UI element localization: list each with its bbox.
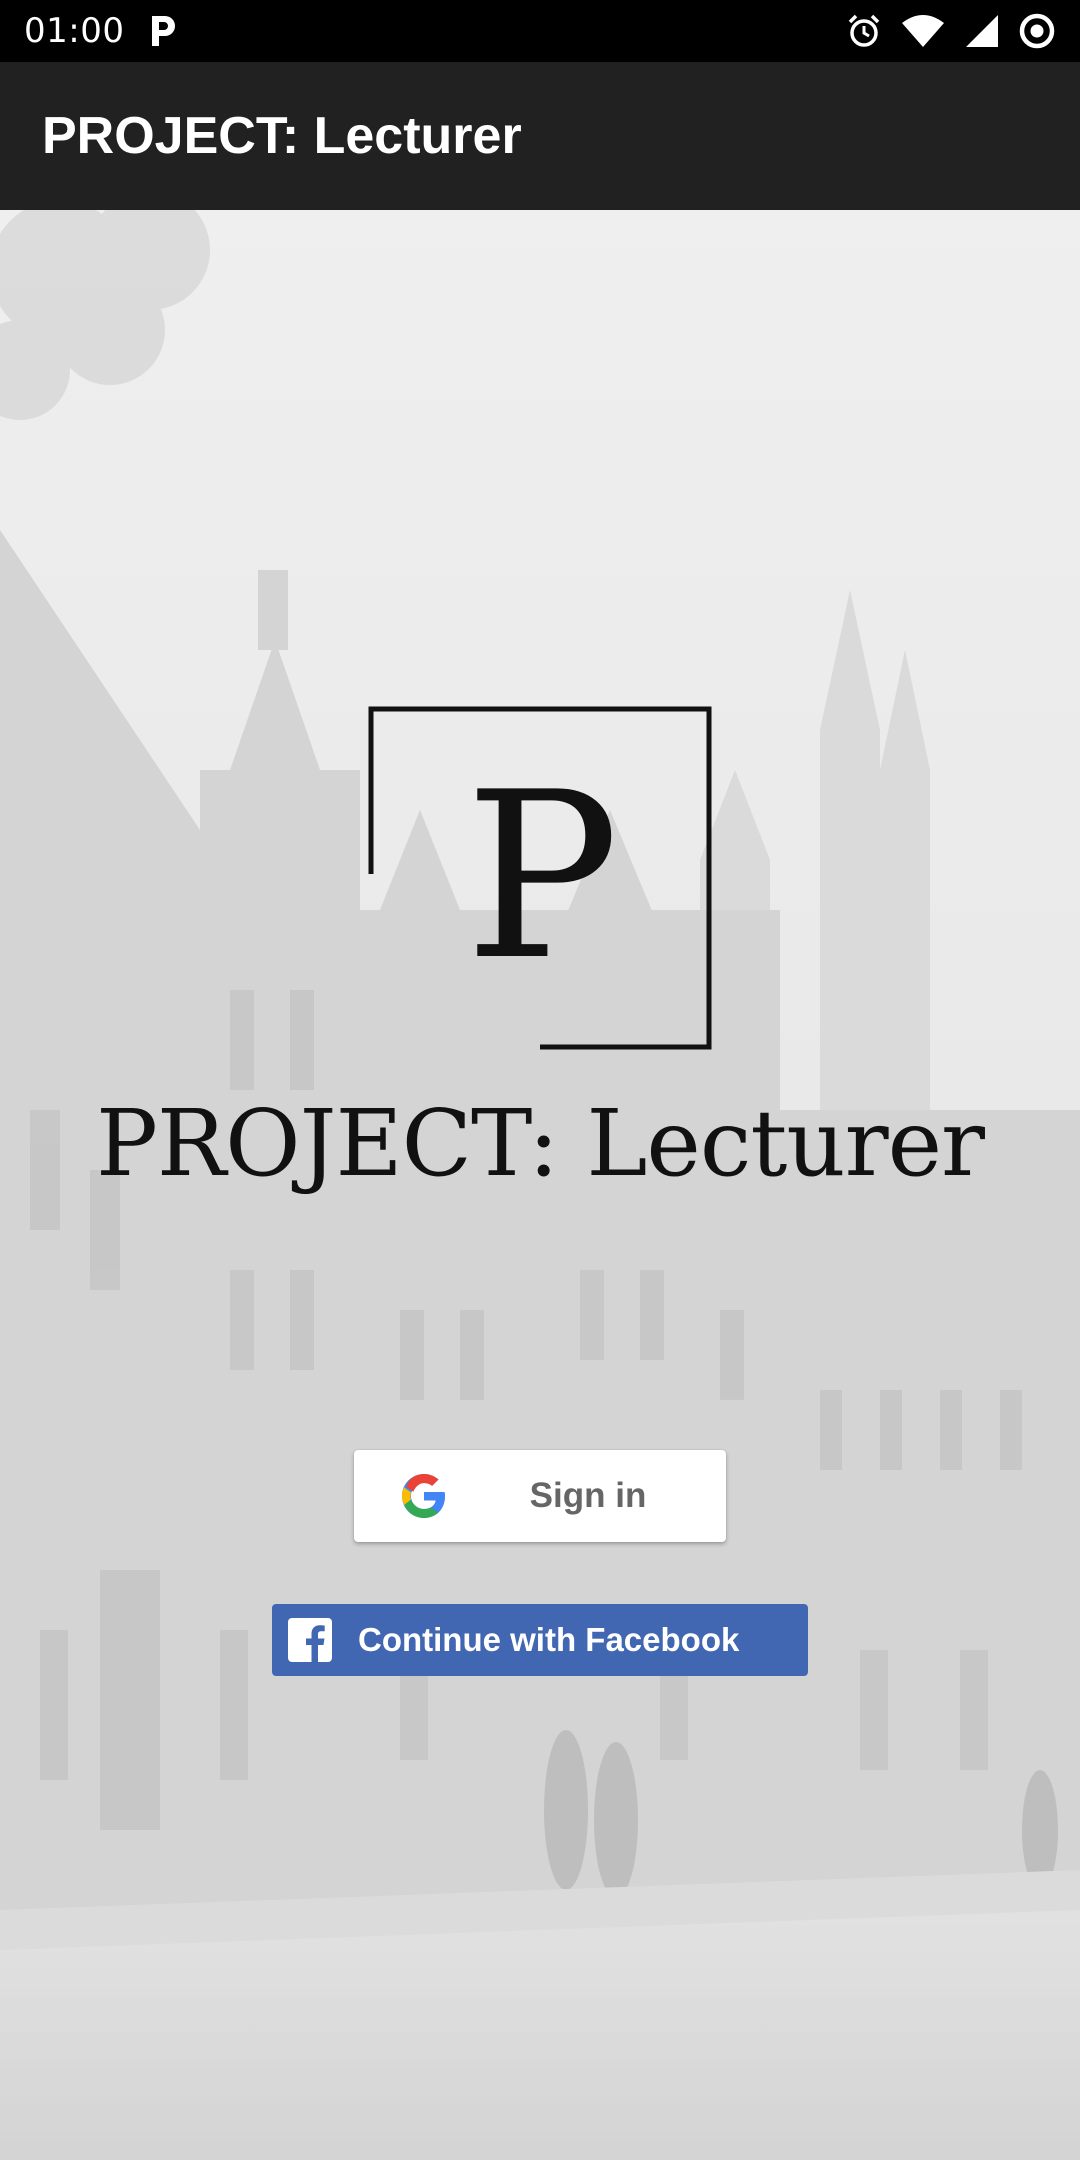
facebook-login-label: Continue with Facebook [358, 1621, 740, 1658]
status-time: 01:00 [24, 11, 125, 51]
logo-letter: P [464, 744, 620, 1011]
google-sign-in-button[interactable]: Sign in [354, 1450, 726, 1542]
app-logo: P [368, 706, 712, 1050]
alarm-icon [848, 14, 880, 47]
login-screen: P PROJECT: Lecturer Sign in Continue wit… [0, 210, 1080, 2160]
sync-icon [1019, 13, 1055, 49]
status-bar: 01:00 [0, 0, 1080, 62]
app-bar-title: PROJECT: Lecturer [42, 107, 522, 165]
google-sign-in-label: Sign in [529, 1476, 647, 1515]
signal-icon [966, 15, 998, 47]
p-app-icon [152, 16, 176, 46]
brand-title: PROJECT: Lecturer [95, 1090, 985, 1197]
facebook-login-button[interactable]: Continue with Facebook [272, 1604, 808, 1676]
app-bar: PROJECT: Lecturer [0, 62, 1080, 210]
facebook-icon [288, 1618, 332, 1662]
google-icon [402, 1474, 445, 1518]
wifi-icon [902, 15, 944, 47]
